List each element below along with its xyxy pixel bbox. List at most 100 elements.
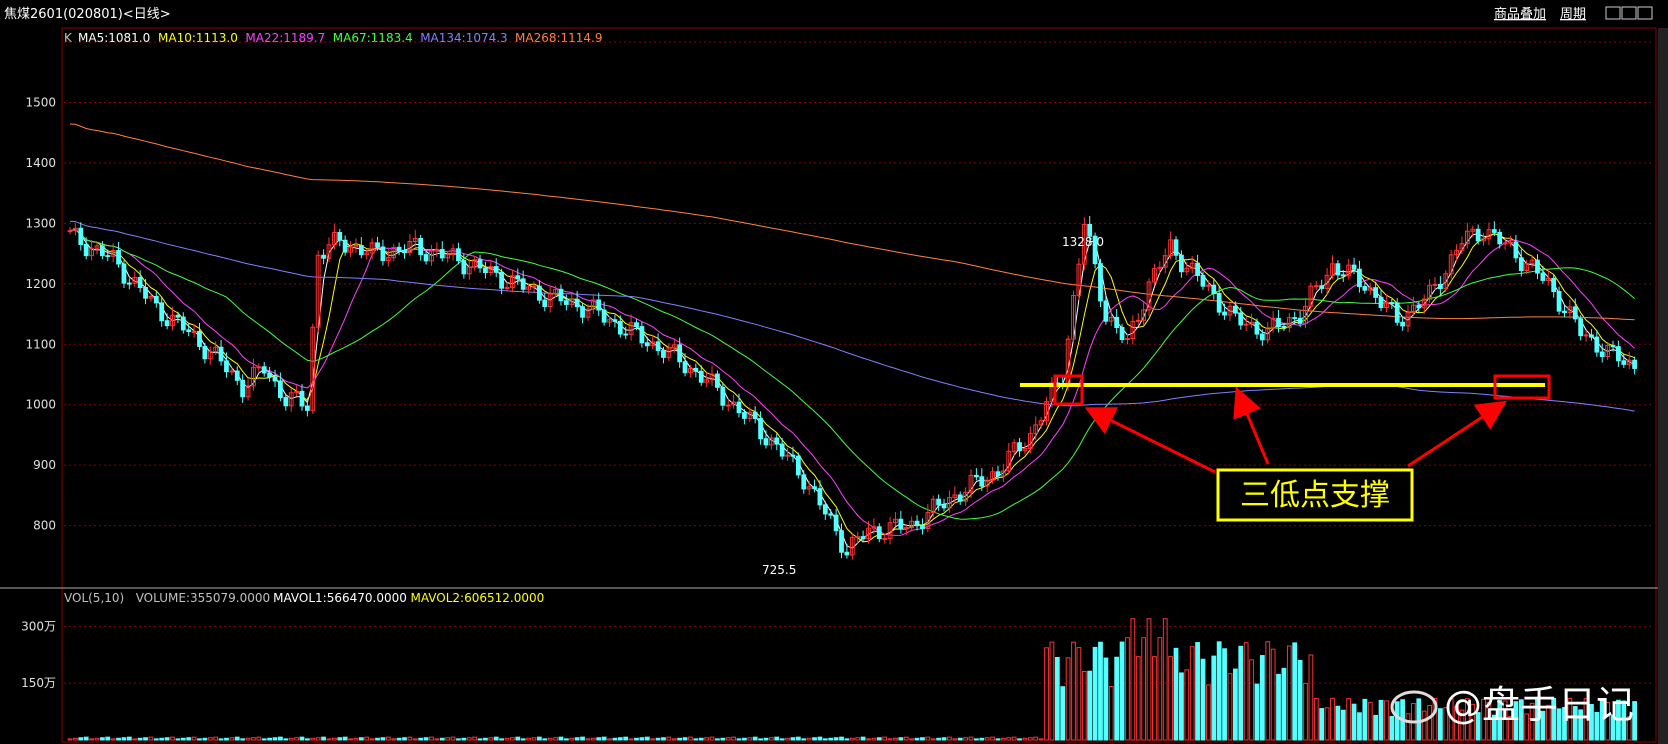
- volume-bar: [542, 738, 548, 741]
- candle-body: [1232, 305, 1238, 314]
- volume-bar: [364, 736, 370, 741]
- scrollbar[interactable]: [1658, 28, 1668, 744]
- volume-bar: [952, 738, 958, 741]
- volume-bar: [920, 737, 925, 741]
- candle-body: [715, 373, 720, 388]
- candle-body: [439, 249, 445, 259]
- candle-body: [504, 287, 510, 290]
- candle-body: [477, 259, 483, 269]
- candle-body: [1211, 284, 1217, 295]
- candle-body: [1173, 239, 1179, 256]
- kline-chart: 焦煤2601(020801)<日线> 商品叠加 周期 K MA5:1081.0 M…: [0, 0, 1668, 744]
- ma-label: MA134:1074.3: [420, 31, 508, 45]
- volume-bar: [774, 736, 780, 741]
- volume-bar: [402, 737, 407, 741]
- volume-bar: [1281, 667, 1287, 741]
- candle-body: [1238, 312, 1244, 326]
- volume-bar: [1130, 618, 1136, 741]
- volume-bar: [531, 737, 537, 741]
- volume-bar: [1389, 715, 1395, 741]
- volume-bar: [1195, 642, 1200, 741]
- candle-body: [121, 263, 127, 284]
- price-grid: [64, 41, 1654, 527]
- volume-bar: [407, 736, 413, 741]
- volume-bar: [607, 738, 612, 741]
- volume-bar: [1270, 648, 1276, 741]
- volume-bar: [957, 737, 963, 741]
- volume-bar: [434, 738, 440, 741]
- volume-bar: [844, 738, 850, 741]
- volume-bar: [590, 737, 596, 741]
- candle-body: [520, 278, 526, 290]
- volume-bar: [742, 737, 747, 741]
- volume-bar: [628, 738, 634, 741]
- candle-body: [153, 295, 159, 304]
- volume-bar: [170, 736, 175, 741]
- volume-bar: [191, 736, 197, 741]
- candle-body: [493, 266, 499, 273]
- candle-body: [1373, 287, 1379, 298]
- volume-bar: [806, 737, 812, 741]
- volume-bar: [1249, 659, 1254, 741]
- candle-body: [979, 476, 985, 487]
- volume-bar: [720, 737, 726, 741]
- volume-bar: [305, 738, 310, 741]
- volume-label: VOL(5,10): [64, 591, 124, 605]
- candle-body: [612, 319, 618, 322]
- candle-body: [191, 330, 197, 333]
- volume-bar: [817, 736, 823, 741]
- candle-body: [78, 227, 84, 245]
- candle-body: [461, 260, 467, 275]
- volume-bar: [725, 737, 731, 741]
- volume-bar: [164, 737, 170, 741]
- volume-bar: [73, 737, 78, 741]
- volume-bar: [704, 737, 710, 741]
- y-tick-label: 1500: [25, 96, 56, 110]
- volume-bar: [110, 738, 116, 741]
- volume-bar: [930, 738, 936, 741]
- candle-body: [1572, 306, 1578, 320]
- volume-bar: [709, 736, 715, 741]
- ma-label: MA5:1081.0: [78, 31, 150, 45]
- candle-body: [1216, 293, 1222, 313]
- candle-body: [617, 320, 623, 335]
- candle-body: [763, 438, 769, 446]
- volume-bar: [1357, 712, 1362, 741]
- overlay-button[interactable]: 商品叠加: [1494, 7, 1546, 22]
- volume-bar: [1367, 701, 1373, 741]
- volume-bar: [801, 738, 807, 741]
- volume-bar: [1421, 710, 1427, 741]
- volume-bar: [1216, 641, 1222, 741]
- volume-bar: [137, 737, 143, 741]
- y-tick-label: 1300: [25, 216, 56, 230]
- volume-bar: [1330, 697, 1335, 741]
- volume-bar: [461, 737, 467, 741]
- candle-body: [1222, 311, 1227, 316]
- volume-bar: [429, 736, 434, 741]
- candle-body: [283, 397, 289, 407]
- volume-bar: [1108, 685, 1114, 741]
- volume-bar: [412, 738, 418, 741]
- volume-label: VOLUME:355079.0000: [136, 591, 270, 605]
- candle-body: [202, 345, 208, 360]
- volume-bar: [634, 737, 639, 741]
- volume-bar: [391, 738, 397, 741]
- candle-body: [920, 525, 925, 530]
- volume-bar: [666, 736, 672, 741]
- volume-bar: [1205, 684, 1211, 741]
- volume-bar: [67, 738, 73, 741]
- period-button[interactable]: 周期: [1560, 7, 1586, 22]
- volume-bar: [1027, 737, 1033, 741]
- y-tick-label: 800: [33, 519, 56, 533]
- volume-bar: [251, 737, 256, 741]
- candle-body: [855, 536, 861, 539]
- volume-bar: [661, 737, 666, 741]
- candle-body: [67, 230, 73, 233]
- support-annotation: 三低点支撑: [1020, 374, 1551, 522]
- volume-bar: [466, 737, 472, 741]
- candle-body: [936, 498, 942, 506]
- volume-bar: [1098, 641, 1103, 741]
- volume-bar: [1324, 707, 1330, 741]
- volume-bar: [574, 737, 580, 741]
- volume-bar: [822, 738, 828, 741]
